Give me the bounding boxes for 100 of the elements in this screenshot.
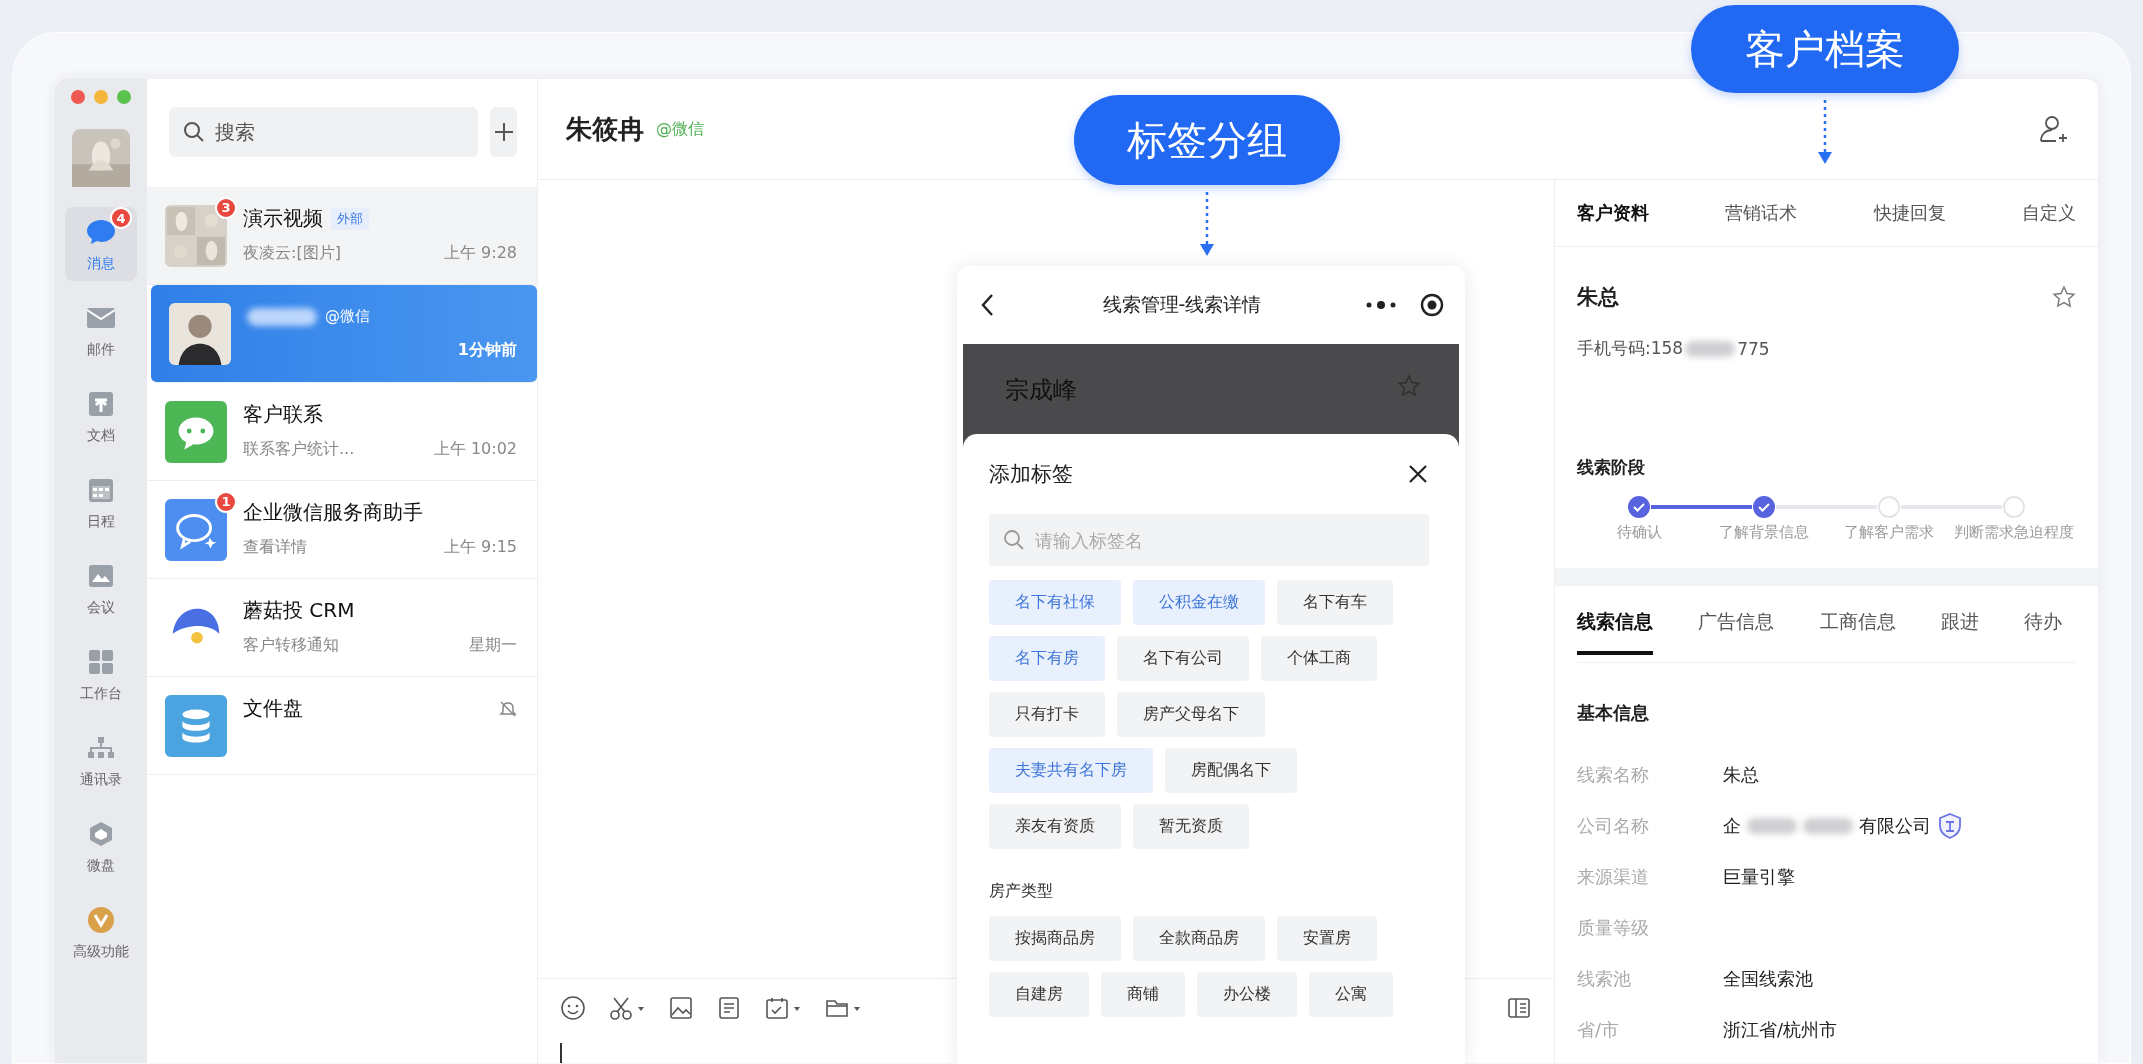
section-title: 线索阶段 <box>1577 456 1646 479</box>
close-icon[interactable] <box>1407 463 1429 485</box>
callout-label: 客户档案 <box>1691 5 1959 93</box>
checked-calendar-icon[interactable] <box>764 995 802 1021</box>
unread-badge: 4 <box>110 207 132 229</box>
field-value: 巨量引擎 <box>1723 864 1795 889</box>
chat-name: 蘑菇投 CRM <box>243 597 355 624</box>
add-person-icon[interactable] <box>2038 114 2070 144</box>
profile-tab[interactable]: 客户资料 <box>1577 201 1649 225</box>
side-panel-icon[interactable] <box>1506 995 1532 1021</box>
message-preview: 查看详情 <box>243 536 307 558</box>
nav-item[interactable]: 文档 <box>65 379 137 453</box>
field-value: 朱总 <box>1723 762 1759 787</box>
tag-search-field[interactable]: 请输入标签名 <box>989 514 1429 566</box>
message-time: 上午 9:28 <box>444 242 517 264</box>
message-preview: 夜凌云:[图片] <box>243 242 341 264</box>
external-tag: 外部 <box>331 207 369 230</box>
nav-item[interactable]: 工作台 <box>65 637 137 711</box>
tag-chip[interactable]: 夫妻共有名下房 <box>989 748 1153 793</box>
star-icon[interactable] <box>2052 285 2076 309</box>
field-label: 公司名称 <box>1577 813 1650 838</box>
document-icon <box>87 390 115 418</box>
info-tab[interactable]: 跟进 <box>1940 593 1979 655</box>
tag-chip[interactable]: 公积金在缴 <box>1133 580 1265 625</box>
nav-item[interactable]: 4 消息 <box>65 207 137 281</box>
sheet-title: 添加标签 <box>989 461 1073 488</box>
nav-item[interactable]: 邮件 <box>65 293 137 367</box>
chat-item[interactable]: 文件盘 <box>147 677 537 775</box>
document-icon[interactable] <box>716 995 742 1021</box>
tag-chip[interactable]: 名下有社保 <box>989 580 1121 625</box>
tag-chip[interactable]: 全款商品房 <box>1133 916 1265 961</box>
tag-chip[interactable]: 公寓 <box>1309 972 1393 1017</box>
search-icon <box>1003 529 1025 551</box>
info-tab[interactable]: 线索信息 <box>1577 593 1653 655</box>
tag-chip[interactable]: 个体工商 <box>1261 636 1377 681</box>
profile-tab[interactable]: 营销话术 <box>1725 201 1798 225</box>
tag-chip[interactable]: 按揭商品房 <box>989 916 1121 961</box>
add-button[interactable] <box>490 107 517 157</box>
info-tab[interactable]: 广告信息 <box>1698 593 1775 655</box>
message-time: 1分钟前 <box>457 340 517 361</box>
nav-item[interactable]: 会议 <box>65 551 137 625</box>
field-label: 线索池 <box>1577 966 1632 991</box>
chat-name: 文件盘 <box>243 695 303 722</box>
more-icon[interactable] <box>1365 299 1397 311</box>
chat-name: 演示视频 <box>243 205 323 232</box>
field-value-start: 企 <box>1723 813 1741 838</box>
nav-item[interactable]: 高级功能 <box>65 895 137 969</box>
field-label: 省/市 <box>1577 1017 1621 1042</box>
nav-item[interactable]: 微盘 <box>65 809 137 883</box>
database-icon <box>165 694 227 757</box>
step-label: 判断需求急迫程度 <box>1953 523 2074 542</box>
scissors-icon[interactable] <box>608 995 646 1021</box>
search-field[interactable]: 搜索 <box>169 107 478 157</box>
avatar-silhouette-icon <box>169 302 231 365</box>
dotted-arrow <box>1197 192 1217 258</box>
tag-chip[interactable]: 商铺 <box>1101 972 1185 1017</box>
info-tab[interactable]: 工商信息 <box>1819 593 1896 655</box>
tag-chip[interactable]: 自建房 <box>989 972 1089 1017</box>
nav-item[interactable]: 日程 <box>65 465 137 539</box>
profile-tab[interactable]: 快捷回复 <box>1873 201 1946 225</box>
image-icon[interactable] <box>668 995 694 1021</box>
chat-item[interactable]: 蘑菇投 CRM 客户转移通知 星期一 <box>147 579 537 677</box>
tag-chip[interactable]: 名下有车 <box>1277 580 1393 625</box>
section-title: 基本信息 <box>1577 701 1650 725</box>
phone-number-end: 775 <box>1737 338 1770 359</box>
chat-name: 客户联系 <box>243 401 323 428</box>
tag-chip[interactable]: 名下有公司 <box>1117 636 1249 681</box>
record-icon[interactable] <box>1419 292 1445 318</box>
blurred-text <box>1747 817 1797 834</box>
tag-chip[interactable]: 只有打卡 <box>989 692 1105 737</box>
v-badge-icon <box>86 905 116 935</box>
nav-item[interactable]: 通讯录 <box>65 723 137 797</box>
tag-chip[interactable]: 房产父母名下 <box>1117 692 1265 737</box>
tag-chip[interactable]: 安置房 <box>1277 916 1377 961</box>
tag-chip[interactable]: 办公楼 <box>1197 972 1297 1017</box>
star-icon <box>1397 374 1421 398</box>
chat-item[interactable]: 3 演示视频 外部 夜凌云:[图片] 上午 9:28 <box>147 187 537 285</box>
chat-item[interactable]: 1 企业微信服务商助手 查看详情 上午 9:15 <box>147 481 537 579</box>
customer-name: 朱总 <box>1577 284 1619 311</box>
field-label: 线索名称 <box>1577 762 1650 787</box>
tag-chip[interactable]: 名下有房 <box>989 636 1105 681</box>
chat-source: @微信 <box>656 118 704 140</box>
chat-item[interactable]: 客户联系 联系客户统计... 上午 10:02 <box>147 383 537 481</box>
callout-label: 标签分组 <box>1074 95 1340 185</box>
chat-bubble-icon <box>165 400 227 463</box>
message-preview: 客户转移通知 <box>243 634 339 656</box>
message-time: 星期一 <box>469 634 517 656</box>
emoji-icon[interactable] <box>560 995 586 1021</box>
unread-badge: 1 <box>215 490 237 513</box>
plus-icon <box>492 121 515 143</box>
tag-chip[interactable]: 暂无资质 <box>1133 804 1249 849</box>
field-value-end: 有限公司 <box>1859 813 1931 838</box>
tag-chip[interactable]: 房配偶名下 <box>1165 748 1297 793</box>
page-title: 线索管理-线索详情 <box>1101 292 1263 317</box>
step-label: 了解客户需求 <box>1843 523 1934 542</box>
info-tab[interactable]: 待办 <box>2024 593 2062 655</box>
profile-tab[interactable]: 自定义 <box>2022 201 2076 225</box>
window-controls-drawing[interactable] <box>70 89 132 105</box>
tag-chip[interactable]: 亲友有资质 <box>989 804 1121 849</box>
org-chart-icon <box>86 736 116 760</box>
